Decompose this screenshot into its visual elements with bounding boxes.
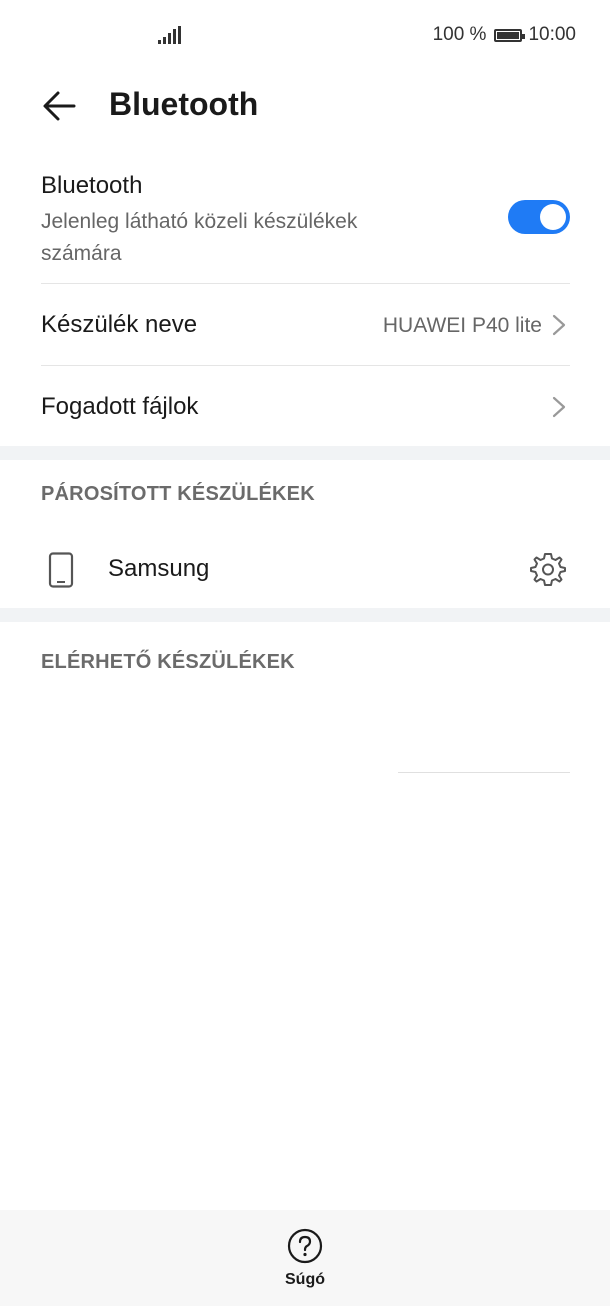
section-gap — [0, 608, 610, 622]
device-name-label: Készülék neve — [41, 311, 198, 338]
help-label: Súgó — [285, 1271, 325, 1288]
question-icon — [287, 1228, 323, 1264]
help-button[interactable]: Súgó — [265, 1226, 345, 1298]
header: Bluetooth — [0, 80, 610, 136]
available-devices-header: ELÉRHETŐ KÉSZÜLÉKEK — [41, 651, 295, 673]
page-title: Bluetooth — [109, 86, 259, 122]
bluetooth-visibility-subtitle: Jelenleg látható közeli készülékek számá… — [41, 210, 358, 265]
chevron-right-icon — [552, 314, 566, 336]
battery-icon — [494, 28, 526, 42]
scan-progress-line — [398, 772, 570, 773]
paired-device-name: Samsung — [108, 555, 210, 582]
battery-percent: 100 % — [432, 24, 487, 45]
section-gap — [0, 446, 610, 460]
back-arrow-icon[interactable] — [40, 88, 80, 124]
device-name-row[interactable]: Készülék neve HUAWEI P40 lite — [0, 284, 610, 365]
bluetooth-toggle-switch[interactable] — [508, 200, 570, 234]
toggle-knob — [540, 204, 566, 230]
device-name-value: HUAWEI P40 lite — [382, 314, 542, 337]
paired-device-row[interactable] — [0, 530, 610, 608]
clock: 10:00 — [528, 24, 576, 45]
bluetooth-toggle-label: Bluetooth — [41, 172, 143, 199]
received-files-row[interactable]: Fogadott fájlok — [0, 366, 610, 446]
paired-devices-header: PÁROSÍTOTT KÉSZÜLÉKEK — [41, 483, 315, 505]
bottom-bar: Súgó — [0, 1210, 610, 1306]
signal-icon — [158, 26, 181, 44]
gear-icon[interactable] — [530, 551, 566, 587]
phone-icon — [48, 552, 74, 588]
status-bar: 100 % 10:00 — [0, 0, 610, 70]
received-files-label: Fogadott fájlok — [41, 393, 199, 420]
chevron-right-icon — [552, 396, 566, 418]
status-right: 100 % 10:00 — [433, 24, 576, 46]
